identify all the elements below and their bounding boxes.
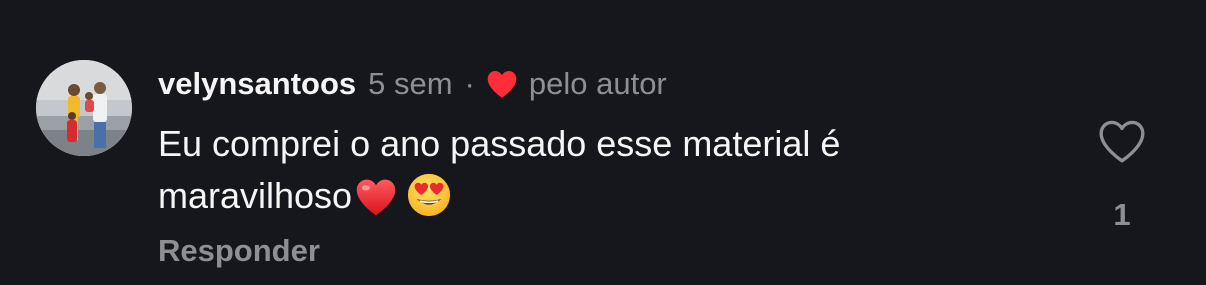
separator-dot: · [464,66,475,101]
timestamp: 5 sem [368,66,453,101]
comment-text: Eu comprei o ano passado esse material é… [158,123,841,216]
like-column: 1 [1094,118,1150,233]
username[interactable]: velynsantoos [158,66,356,102]
liked-by-author-label: pelo autor [528,66,667,101]
like-count: 1 [1113,197,1131,232]
like-heart-outline-icon[interactable] [1097,118,1147,169]
avatar-photo [36,60,132,156]
reply-button[interactable]: Responder [158,233,320,269]
comment: velynsantoos 5 sem · pelo autor Eu compr… [0,0,1206,285]
liked-by-author-heart-icon [485,69,519,99]
avatar[interactable] [36,60,132,156]
heart-eyes-emoji-icon [406,172,452,232]
comment-header: velynsantoos 5 sem · pelo autor [158,64,667,104]
comment-text-block: Eu comprei o ano passado esse material é… [158,118,1038,232]
red-heart-emoji-icon [354,176,398,232]
